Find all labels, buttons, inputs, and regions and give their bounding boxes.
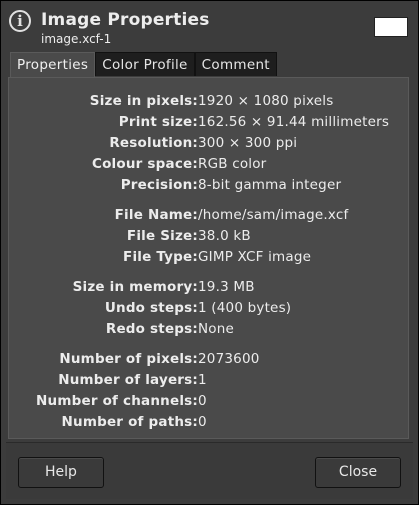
properties-panel: Size in pixels: 1920 × 1080 pixels Print… [8,77,409,439]
property-value: 1 (400 bytes) [198,300,292,316]
property-value: 0 [198,393,207,409]
property-label: Number of layers: [58,372,198,388]
tab-bar: Properties Color Profile Comment [10,52,277,78]
dialog-title: Image Properties [41,10,210,30]
property-value: 162.56 × 91.44 millimeters [198,114,390,130]
property-row-file-size: File Size: 38.0 kB [9,226,410,246]
property-row-size-pixels: Size in pixels: 1920 × 1080 pixels [9,91,410,111]
property-row-resolution: Resolution: 300 × 300 ppi [9,133,410,153]
property-value: 38.0 kB [198,228,251,244]
tab-comment[interactable]: Comment [194,52,277,76]
property-row-file-type: File Type: GIMP XCF image [9,247,410,267]
close-button[interactable]: Close [315,457,401,488]
property-value: 2073600 [198,351,260,367]
property-value: 19.3 MB [198,279,255,295]
property-label: Size in memory: [72,279,198,295]
property-label: Precision: [120,177,198,193]
property-label: Redo steps: [105,321,198,337]
property-row-print-size: Print size: 162.56 × 91.44 millimeters [9,112,410,132]
dialog-button-bar: Help Close [6,442,413,499]
property-label: Resolution: [109,135,198,151]
tab-color-profile[interactable]: Color Profile [95,52,195,76]
property-row-redo-steps: Redo steps: None [9,319,410,339]
property-value: None [198,321,235,337]
property-row-colour-space: Colour space: RGB color [9,154,410,174]
property-value: RGB color [198,156,267,172]
property-value: 0 [198,414,207,430]
property-label: File Name: [114,207,198,223]
property-label: Undo steps: [104,300,198,316]
image-preview-thumbnail [374,17,408,37]
property-row-precision: Precision: 8-bit gamma integer [9,175,410,195]
info-icon: i [9,10,31,32]
property-label: Print size: [118,114,198,130]
dialog-subtitle: image.xcf-1 [41,32,112,46]
property-label: Number of pixels: [59,351,198,367]
image-properties-dialog: i Image Properties image.xcf-1 Propertie… [0,0,419,505]
property-label: Number of channels: [36,393,198,409]
property-row-file-name: File Name: /home/sam/image.xcf [9,205,410,225]
property-value: GIMP XCF image [198,249,312,265]
property-value: 1920 × 1080 pixels [198,93,334,109]
property-value: 300 × 300 ppi [198,135,298,151]
property-row-num-channels: Number of channels: 0 [9,391,410,411]
property-row-undo-steps: Undo steps: 1 (400 bytes) [9,298,410,318]
property-row-size-memory: Size in memory: 19.3 MB [9,277,410,297]
dialog-header: i Image Properties image.xcf-1 [1,1,418,49]
property-value: 8-bit gamma integer [198,177,342,193]
property-label: Colour space: [91,156,198,172]
property-row-num-layers: Number of layers: 1 [9,370,410,390]
property-label: File Size: [126,228,198,244]
property-value: 1 [198,372,207,388]
property-value: /home/sam/image.xcf [198,207,349,223]
help-button[interactable]: Help [18,457,104,488]
property-label: File Type: [123,249,198,265]
property-label: Size in pixels: [89,93,198,109]
tab-properties[interactable]: Properties [10,52,96,78]
property-row-num-pixels: Number of pixels: 2073600 [9,349,410,369]
property-label: Number of paths: [61,414,198,430]
property-row-num-paths: Number of paths: 0 [9,412,410,432]
